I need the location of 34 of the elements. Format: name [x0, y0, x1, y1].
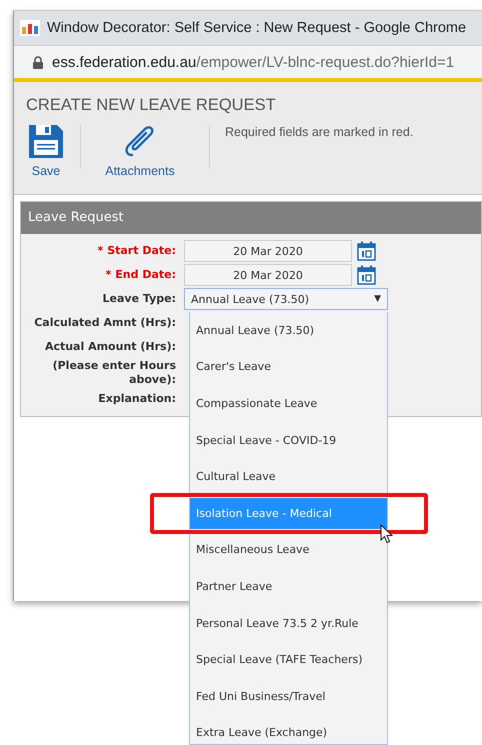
dropdown-option[interactable]: Special Leave - COVID-19: [190, 424, 387, 456]
address-bar[interactable]: ess.federation.edu.au/empower/LV-blnc-request.do?hierId=1: [14, 45, 482, 78]
url-text: ess.federation.edu.au/empower/LV-blnc-request.do?hierId=1: [52, 54, 454, 70]
hint-text: Required fields are marked in red.: [225, 125, 414, 139]
date-field[interactable]: 20 Mar 2020: [184, 240, 352, 262]
dropdown-option[interactable]: Extra Leave (Exchange): [190, 717, 387, 744]
leave-type-select[interactable]: Annual Leave (73.50) ▼: [184, 288, 388, 310]
required-mark: *: [97, 244, 104, 257]
dropdown-option[interactable]: Special Leave (TAFE Teachers): [190, 644, 387, 676]
field-label: (Please enter Hours above):: [52, 359, 176, 386]
dropdown-option[interactable]: Compassionate Leave: [190, 388, 387, 419]
dropdown-option[interactable]: Miscellaneous Leave: [190, 534, 387, 566]
page-heading: CREATE NEW LEAVE REQUEST: [26, 96, 277, 115]
field-label: End Date:: [115, 268, 176, 281]
window-title: Window Decorator: Self Service : New Request - Google Chrome: [47, 20, 466, 36]
toolbar-button[interactable]: Attachments: [95, 125, 185, 178]
dropdown-option[interactable]: Partner Leave: [190, 570, 387, 602]
lock-icon: [33, 56, 43, 68]
panel-header: Leave Request: [21, 202, 481, 234]
dropdown-option[interactable]: Cultural Leave: [190, 461, 387, 492]
calendar-icon[interactable]: [357, 241, 376, 261]
field-label: Explanation:: [98, 392, 176, 405]
field-label: Start Date:: [107, 244, 176, 257]
dropdown-option[interactable]: Carer's Leave: [190, 351, 387, 382]
toolbar-button[interactable]: Save: [26, 125, 66, 178]
field-label: Calculated Amnt (Hrs):: [34, 316, 176, 329]
field-label: Actual Amount (Hrs):: [44, 340, 176, 353]
date-field[interactable]: 20 Mar 2020: [184, 264, 352, 286]
calendar-icon[interactable]: [357, 265, 376, 285]
dropdown-option[interactable]: Personal Leave 73.5 2 yr.Rule: [190, 608, 387, 639]
dropdown-option[interactable]: Fed Uni Business/Travel: [190, 680, 387, 712]
required-mark: *: [106, 268, 112, 281]
dropdown-option[interactable]: Annual Leave (73.50): [190, 314, 387, 346]
field-label: Leave Type:: [102, 292, 176, 305]
